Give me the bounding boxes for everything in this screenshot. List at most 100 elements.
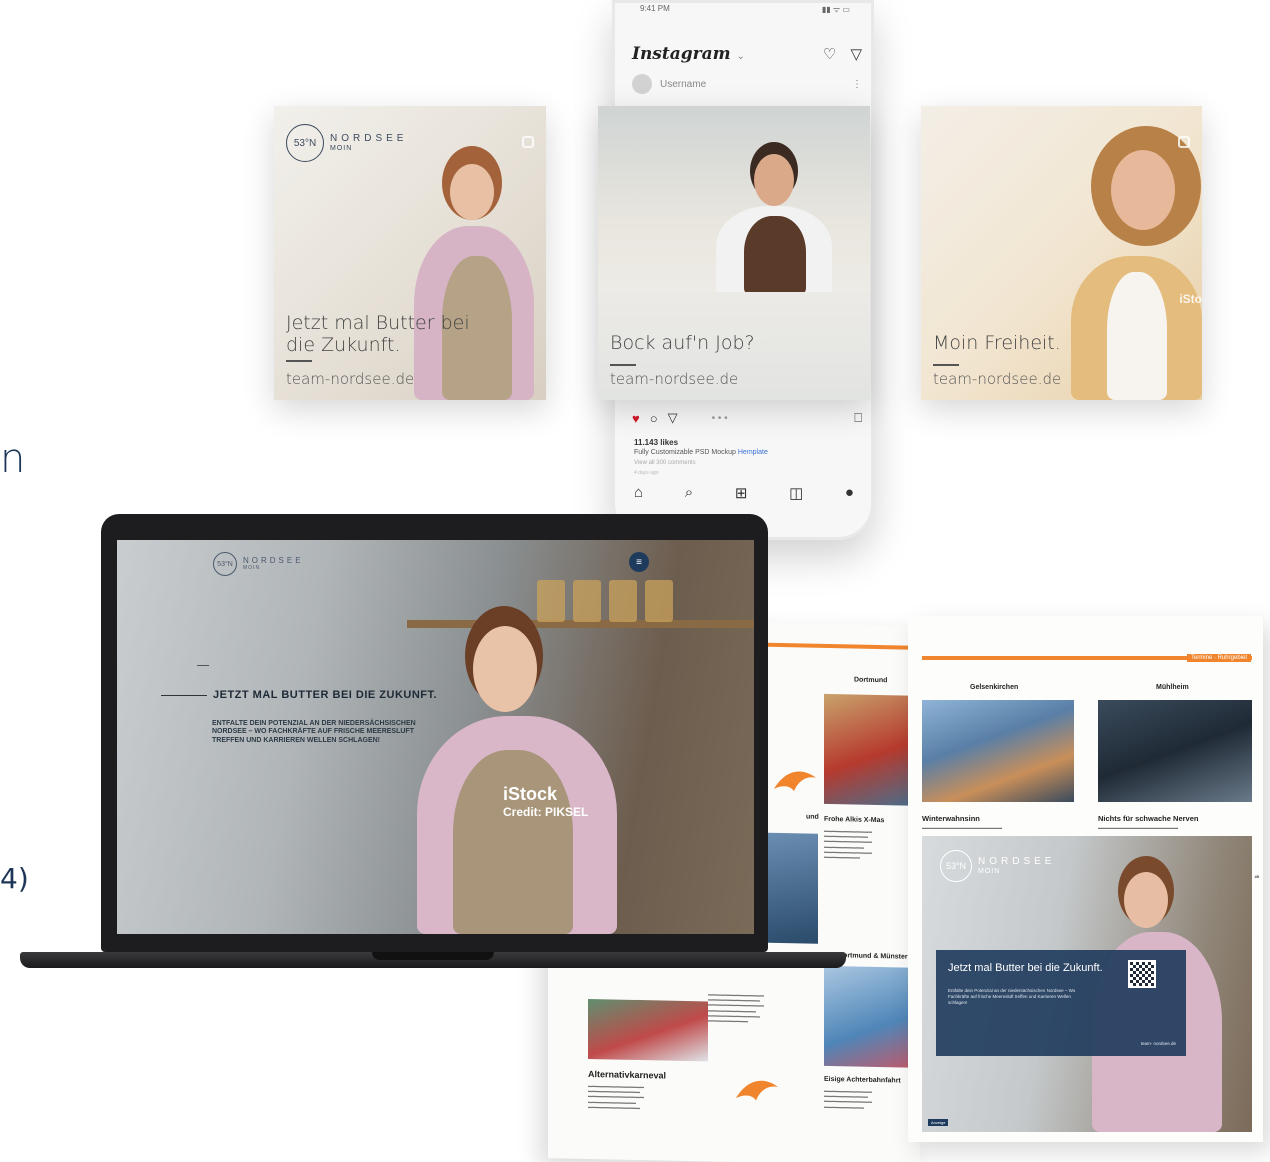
tile-headline: Moin Freiheit. — [933, 332, 1061, 354]
heading-alternativkarneval: Alternativkarneval — [588, 1068, 667, 1081]
avatar[interactable] — [632, 74, 652, 94]
body-text: ▬▬▬▬▬▬▬▬▬▬▬▬▬▬▬▬▬▬▬▬ — [922, 825, 1002, 830]
send-icon[interactable]: ▽ — [850, 45, 862, 63]
bookmark-icon[interactable]: ⎕ — [854, 410, 862, 426]
more-options-icon[interactable]: ⋮ — [852, 79, 862, 90]
orange-bird-icon — [772, 763, 818, 804]
instagram-tile-2: Bock auf'n Job? team-nordsee.de — [598, 106, 870, 400]
home-icon[interactable]: ⌂ — [634, 484, 643, 502]
portrait-photo — [1098, 700, 1252, 802]
qr-code — [1128, 960, 1156, 988]
ad-copy: Entfalte dein Potenzial an der niedersäc… — [948, 988, 1076, 1006]
status-icons: ▮▮ ᯤ ▭ — [821, 5, 850, 14]
city-dortmund-muenster: Dortmund & Münster — [838, 952, 908, 961]
heading-eisige-achterbahnfahrt: Eisige Achterbahnfahrt — [824, 1075, 901, 1085]
ad-url: team- nordsee.de — [1140, 1041, 1176, 1046]
ad-text-box: Jetzt mal Butter bei die Zukunft. Entfal… — [936, 950, 1186, 1056]
tile-headline-line-2: die Zukunft. — [286, 334, 401, 357]
divider — [197, 665, 209, 666]
ad-label: Anzeige — [928, 1119, 949, 1126]
logo-circle: 53°N — [286, 124, 324, 162]
edge-text-n: n — [0, 436, 26, 482]
instagram-logo[interactable]: Instagram ⌄ — [632, 44, 745, 64]
multi-post-icon — [1178, 136, 1190, 148]
heart-icon[interactable]: ♡ — [823, 45, 836, 63]
section-tag: Termine · Ruhrgebiet — [1186, 654, 1251, 662]
mockup-stage: n 4) 9:41 PM ▮▮ ᯤ ▭ Instagram ⌄ ♡ ▽ User… — [0, 0, 1270, 1162]
logo-word-2: MOIN — [978, 867, 1001, 875]
add-icon[interactable]: ⊞ — [735, 484, 748, 502]
jar — [609, 580, 637, 622]
search-icon[interactable]: ⌕ — [685, 484, 693, 502]
divider — [933, 364, 959, 366]
jar — [573, 580, 601, 622]
tile-url: team-nordsee.de — [610, 370, 739, 388]
body-text: ▬▬▬▬▬▬▬▬▬▬▬▬▬▬▬▬▬▬▬▬▬▬▬▬▬▬▬▬▬▬▬▬▬▬▬▬▬▬▬▬… — [824, 827, 872, 860]
event-photo — [824, 693, 916, 806]
heading-winterwahnsinn: Winterwahnsinn — [922, 814, 980, 823]
edge-text-4: 4) — [0, 862, 29, 895]
body-text: ▬▬▬▬▬▬▬▬▬▬▬▬▬▬▬▬▬▬▬▬▬▬▬▬▬▬▬▬▬▬▬▬▬▬▬▬▬▬▬▬… — [824, 1087, 872, 1110]
username[interactable]: Username — [660, 79, 706, 90]
shop-icon[interactable]: ◫ — [789, 484, 803, 502]
instagram-header: Instagram ⌄ ♡ ▽ — [632, 44, 862, 64]
laptop-screen-website: 53°N NORDSEE MOIN ≡ JETZT MAL BUTTER BEI … — [117, 540, 754, 934]
instagram-logo-text: Instagram — [632, 44, 731, 64]
body-text: ▬▬▬▬▬▬▬▬▬▬▬▬▬▬▬▬▬▬▬▬▬▬▬▬▬▬▬▬▬▬▬▬▬▬▬▬▬▬▬▬… — [588, 1082, 644, 1110]
body-text: ▬▬▬▬▬▬▬▬▬▬▬▬▬▬▬▬▬▬▬▬▬▬▬▬▬▬▬▬▬▬▬▬▬▬▬▬▬▬▬▬… — [708, 991, 764, 1024]
magazine-right-page: Termine · Ruhrgebiet Gelsenkirchen Mühlh… — [908, 616, 1263, 1142]
carousel-dots: • • • — [711, 412, 728, 424]
instagram-tile-3: iSto Moin Freiheit. team-nordsee.de — [921, 106, 1202, 400]
ad-title: Jetzt mal Butter bei die Zukunft. — [948, 962, 1103, 974]
tile-url: team-nordsee.de — [286, 370, 415, 388]
nordsee-advertisement: 53°N NORDSEE MOIN Jetzt mal Butter bei di… — [922, 836, 1252, 1132]
send-icon[interactable]: ▽ — [668, 410, 678, 426]
menu-icon[interactable]: ≡ — [629, 552, 649, 572]
istock-watermark: iSto — [1179, 292, 1202, 306]
post-actions: ♥ ○ ▽ • • • ⎕ — [632, 410, 862, 426]
nordsee-logo: 53°N NORDSEE MOIN — [940, 850, 1055, 882]
text-fragment: und — [806, 813, 819, 821]
profile-icon[interactable]: ● — [845, 484, 854, 502]
caption-link[interactable]: Hemplate — [738, 449, 768, 456]
istock-label: iStock — [503, 784, 558, 804]
divider — [161, 695, 207, 696]
concert-photo — [768, 832, 818, 944]
view-comments-link[interactable]: View all 300 comments — [634, 460, 696, 466]
orange-rule — [768, 642, 918, 650]
status-time: 9:41 PM — [640, 4, 670, 13]
post-time: 4 days ago — [634, 470, 659, 476]
ice-photo — [824, 965, 916, 1068]
hero-subline: ENTFALTE DEIN POTENZIAL AN DER NIEDERSÄC… — [212, 720, 416, 744]
nordsee-logo: 53°N NORDSEE MOIN — [286, 124, 407, 162]
phone-status-bar: 9:41 PM ▮▮ ᯤ ▭ — [640, 4, 850, 15]
orange-bird-icon — [734, 1072, 780, 1113]
heading-nichts-fuer-schwache-nerven: Nichts für schwache Nerven — [1098, 814, 1199, 823]
divider — [286, 360, 312, 362]
page-number: 49 — [1254, 874, 1259, 879]
credit-label: Credit: PIKSEL — [503, 805, 589, 819]
nordsee-logo[interactable]: 53°N NORDSEE MOIN — [213, 552, 304, 576]
city-dortmund: Dortmund — [854, 676, 888, 685]
post-author: Username ⋮ — [632, 74, 862, 94]
city-muehlheim: Mühlheim — [1156, 684, 1189, 691]
jar — [537, 580, 565, 622]
logo-word-1: NORDSEE — [330, 133, 408, 145]
tile-headline-line-1: Jetzt mal Butter bei — [286, 312, 470, 334]
body-text: ▬▬▬▬▬▬▬▬▬▬▬▬▬▬▬▬▬▬▬▬ — [1098, 825, 1178, 830]
bottom-nav: ⌂ ⌕ ⊞ ◫ ● — [634, 484, 854, 502]
multi-post-icon — [522, 136, 534, 148]
divider — [610, 364, 636, 366]
heading-frohe-alkis: Frohe Alkis X-Mas — [824, 815, 885, 825]
tile-url: team-nordsee.de — [933, 370, 1062, 388]
arena-photo — [922, 700, 1074, 802]
logo-circle: 53°N — [213, 552, 237, 576]
laptop-notch — [372, 952, 494, 960]
like-count: 11.143 likes — [634, 438, 679, 447]
jar — [645, 580, 673, 622]
heart-filled-icon[interactable]: ♥ — [632, 411, 640, 426]
carnival-photo — [588, 998, 708, 1062]
logo-circle: 53°N — [940, 850, 972, 882]
comment-icon[interactable]: ○ — [650, 411, 658, 426]
tile-headline: Bock auf'n Job? — [610, 332, 755, 354]
